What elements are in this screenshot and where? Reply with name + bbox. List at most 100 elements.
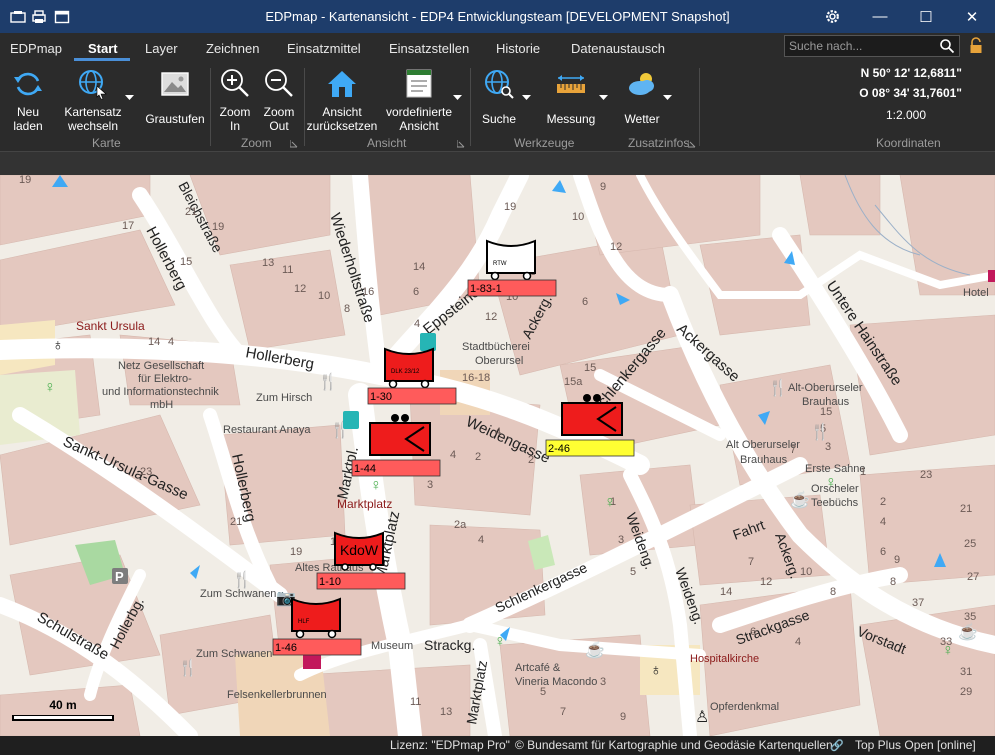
poi-label: Oberursel [475,355,523,367]
dialog-launcher-icon[interactable] [688,140,696,148]
house-number: 1 [860,466,866,478]
house-number: 19 [504,201,516,213]
scale-bar-label: 40 m [49,698,76,712]
poi-label: Zum Schwanen [196,648,272,660]
house-number: 4 [450,449,456,461]
house-number: 2 [528,454,534,466]
weather-button[interactable]: Wetter [620,68,664,134]
grayscale-label: Graustufen [145,112,205,126]
house-number: 31 [960,666,972,678]
close-button[interactable]: ✕ [949,0,995,33]
house-number: 4 [414,318,420,330]
poi-label: Museum [371,640,413,652]
group-label-zoom: Zoom [241,136,272,150]
weather-cloud-icon [629,73,654,95]
menu-datenaustausch[interactable]: Datenaustausch [571,41,665,56]
group-label-zusatzinfos: Zusatzinfos [628,136,690,150]
lock-icon[interactable] [969,37,983,54]
chevron-down-icon[interactable] [599,95,608,101]
unit-type-label: DLK 23/12 [391,369,420,375]
house-number: 15a [564,376,583,388]
chevron-down-icon[interactable] [663,95,672,101]
unit-wheel [388,379,398,389]
unit-strength-dot [401,414,409,422]
zoom-out-button[interactable]: Zoom Out [259,68,299,134]
house-number: 6 [582,296,588,308]
poi-label: Hospitalkirche [690,653,759,665]
group-label-koordinaten: Koordinaten [876,136,941,150]
unit-symbol [291,597,341,632]
measure-label: Messung [546,112,596,126]
poi-label: Sankt Ursula [76,319,145,333]
monument-icon: ♙ [695,709,709,726]
map-canvas[interactable]: BleichstraßeHollerberg Wiederholtstraße Ep… [0,175,995,736]
zoom-out-label-1: Zoom [263,105,295,119]
reload-button[interactable]: Neu laden [8,68,48,134]
memorial-icon: ♀ [494,633,506,650]
chevron-down-icon[interactable] [522,95,531,101]
house-number: 12 [485,311,497,323]
reset-view-button[interactable]: Ansicht zurücksetzen [306,68,378,134]
house-number: 7 [790,444,796,456]
restaurant-icon: 🍴 [178,658,198,677]
zoom-in-button[interactable]: Zoom In [215,68,255,134]
search-icon[interactable] [939,38,955,54]
map-switch-button[interactable]: Kartensatz wechseln [60,68,126,134]
house-number: 8 [344,303,350,315]
house-number: 6 [750,626,756,638]
maximize-button[interactable]: ☐ [903,0,949,33]
unit-label-text: 2-46 [548,443,570,455]
church-icon: ♁ [650,662,662,679]
menu-einsatzstellen[interactable]: Einsatzstellen [389,41,469,56]
house-number: 15 [584,362,596,374]
poi-label: Restaurant Anaya [223,424,311,436]
menu-edpmap[interactable]: EDPmap [10,41,62,56]
dialog-launcher-icon[interactable] [457,140,465,148]
map-view[interactable]: Bleichstraße Hollerberg Wiederholtstraße Ep… [0,175,995,736]
zoom-in-icon [221,69,249,97]
predefined-view-button[interactable]: vordefinierte Ansicht [383,68,455,134]
house-number: 15 [180,256,192,268]
search-tool-button[interactable]: Suche [476,68,522,134]
search-input[interactable]: Suche nach... [784,35,960,57]
house-number: 4 [168,336,174,348]
menu-historie[interactable]: Historie [496,41,540,56]
cafe-icon: ☕ [585,640,605,659]
house-number: 12 [294,283,306,295]
unit-wheel [490,271,500,281]
reset-view-label-2: zurücksetzen [306,119,378,133]
house-number: 8 [890,576,896,588]
chevron-down-icon[interactable] [125,95,134,101]
poi-label: Opferdenkmal [710,701,779,713]
chevron-down-icon[interactable] [453,95,462,101]
unit-label-text: 1-44 [354,463,376,475]
menu-einsatzmittel[interactable]: Einsatzmittel [287,41,361,56]
house-number: 25 [964,538,976,550]
house-number: 3 [427,479,433,491]
poi-label: Alt-Oberurseler [788,382,863,394]
memorial-icon: ♀ [825,474,837,491]
menu-start[interactable]: Start [88,41,118,56]
minimize-button[interactable]: — [857,0,903,33]
poi-label: für Elektro- [138,373,192,385]
link-icon[interactable]: 🔗 [830,739,844,752]
house-number: 3 [600,676,606,688]
predefined-view-label-1: vordefinierte [385,105,453,119]
unit-symbol [486,239,536,274]
dialog-launcher-icon[interactable] [290,140,298,148]
window-title: EDPmap - Kartenansicht - EDP4 Entwicklun… [265,9,730,24]
measure-button[interactable]: Messung [543,68,599,134]
house-number: 23 [140,466,152,478]
house-number: 9 [620,711,626,723]
title-bar: EDPmap - Kartenansicht - EDP4 Entwicklun… [0,0,995,33]
grayscale-button[interactable]: Graustufen [143,68,207,134]
settings-gear-icon[interactable] [824,8,841,25]
map-switch-label-1: Kartensatz [64,105,122,119]
menu-layer[interactable]: Layer [145,41,178,56]
house-number: 12 [610,241,622,253]
menu-zeichnen[interactable]: Zeichnen [206,41,259,56]
house-number: 19 [290,546,302,558]
license-text: Lizenz: "EDPmap Pro" [390,738,510,752]
memorial-icon: ♀ [942,642,954,659]
house-number: 21 [960,503,972,515]
